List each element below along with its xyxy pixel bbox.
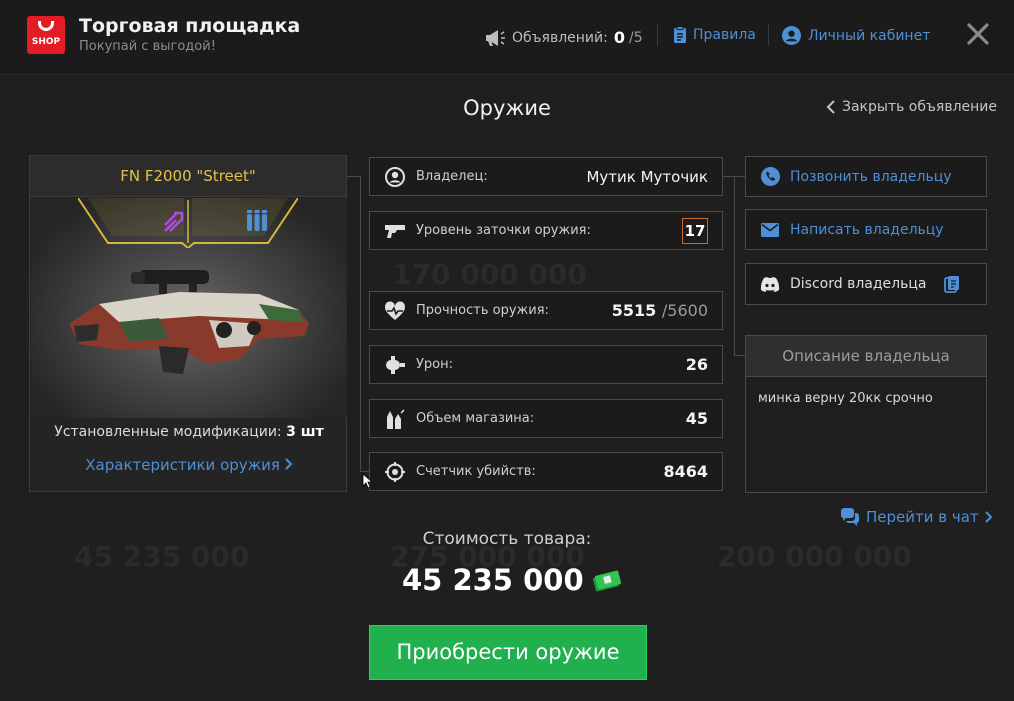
ads-count: 0 (613, 28, 625, 47)
phone-icon (760, 167, 780, 186)
pistol-icon (385, 224, 405, 238)
characteristics-link[interactable]: Характеристики оружия (30, 456, 348, 474)
bullet-impact-icon (386, 355, 405, 374)
ads-max: /5 (629, 29, 643, 46)
discord-owner-button[interactable]: Discord владельца (745, 263, 987, 305)
ammo-mod-icon[interactable] (245, 209, 269, 233)
clipboard-icon (674, 26, 686, 43)
magazine-value: 45 (685, 409, 708, 428)
connector (360, 176, 361, 472)
rules-link[interactable]: Правила (673, 26, 756, 44)
close-ad-button[interactable]: Закрыть объявление (826, 99, 997, 115)
shop-logo: SHOP (27, 16, 65, 54)
mail-icon (761, 222, 779, 237)
durability-max: /5600 (661, 301, 708, 320)
account-link[interactable]: Личный кабинет (782, 26, 930, 45)
user-circle-icon (782, 26, 801, 45)
bg-ghost-price: 170 000 000 (392, 258, 587, 291)
ads-counter: Объявлений: 0 /5 (484, 28, 643, 47)
price-label: Стоимость товара: (422, 529, 592, 549)
arrows-mod-icon[interactable] (162, 210, 186, 234)
level-row: Уровень заточки оружия: 17 (369, 211, 723, 250)
app-title: Торговая площадка (79, 15, 301, 37)
close-icon[interactable] (966, 22, 990, 46)
divider (768, 24, 769, 46)
money-icon (592, 570, 621, 592)
weapon-name: FN F2000 "Street" (30, 156, 346, 197)
chevron-left-icon (826, 100, 835, 114)
chevron-right-icon (285, 458, 293, 470)
price-value: 45 235 000 (402, 563, 622, 597)
connector (734, 176, 735, 356)
buy-weapon-button[interactable]: Приобрести оружие (369, 625, 647, 680)
mouse-cursor-icon (362, 473, 372, 489)
weapon-image (31, 198, 347, 418)
magazine-row: Объем магазина: 45 (369, 399, 723, 438)
write-owner-button[interactable]: Написать владельцу (745, 209, 987, 250)
go-to-chat-link[interactable]: Перейти в чат (840, 508, 993, 526)
ads-label: Объявлений: (512, 29, 608, 46)
owner-name: Мутик Муточик (586, 167, 708, 186)
owner-description: Описание владельца минка верну 20кк сроч… (745, 335, 987, 493)
connector (347, 176, 361, 177)
kills-value: 8464 (663, 462, 708, 481)
divider (657, 24, 658, 46)
connector (734, 355, 745, 356)
copy-icon[interactable] (944, 275, 960, 293)
app-subtitle: Покупай с выгодой! (79, 39, 216, 54)
discord-icon (760, 276, 780, 292)
description-text: минка верну 20кк срочно (758, 391, 933, 406)
durability-value: 5515 (611, 301, 657, 320)
owner-row: Владелец: Мутик Муточик (369, 157, 723, 196)
megaphone-icon (486, 29, 505, 46)
header: SHOP Торговая площадка Покупай с выгодой… (0, 0, 1014, 75)
crosshair-icon (385, 461, 405, 482)
kills-row: Счетчик убийств: 8464 (369, 452, 723, 491)
mods-count: 3 шт (286, 424, 324, 440)
heartbeat-icon (384, 300, 406, 320)
mods-info: Установленные модификации: 3 шт (54, 424, 324, 440)
damage-value: 26 (685, 355, 708, 374)
level-value: 17 (682, 217, 708, 244)
bullets-icon (387, 408, 405, 429)
rifle-icon (69, 270, 309, 374)
call-owner-button[interactable]: Позвонить владельцу (745, 156, 987, 197)
weapon-card: FN F2000 "Street" Установленные модифика… (29, 155, 347, 492)
description-title: Описание владельца (746, 336, 986, 377)
chat-bubbles-icon (840, 508, 860, 526)
user-circle-icon (385, 166, 405, 187)
damage-row: Урон: 26 (369, 345, 723, 384)
chevron-right-icon (984, 511, 993, 523)
connector (360, 471, 369, 472)
durability-row: Прочность оружия: 5515 /5600 (369, 291, 723, 330)
